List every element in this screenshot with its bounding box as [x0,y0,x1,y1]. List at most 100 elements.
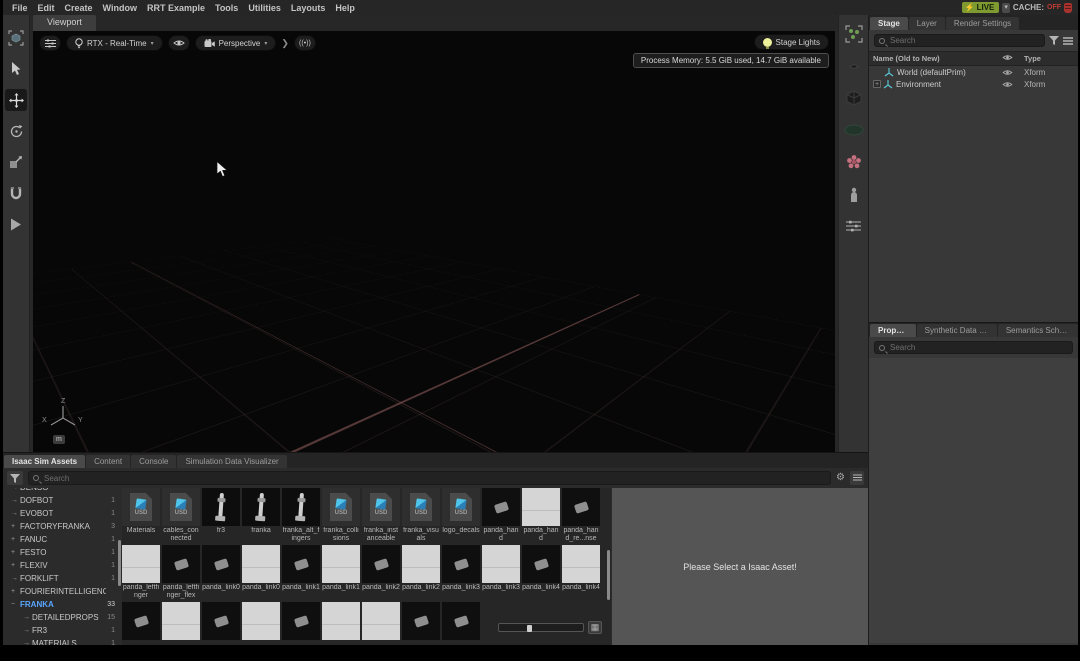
cursor-tool-button[interactable] [5,58,27,80]
filter-icon[interactable] [1049,36,1059,45]
tree-item-factoryfranka[interactable]: +FACTORYFRANKA3 [11,520,117,533]
asset-card[interactable] [122,602,160,640]
asset-card-panda-link3[interactable]: panda_link3 [482,545,520,600]
asset-card-franka-collisions[interactable]: USDfranka_collisions [322,488,360,543]
assets-filter-button[interactable] [7,471,23,485]
asset-card[interactable] [162,602,200,640]
visibility-toggle-button[interactable] [843,55,865,77]
assets-tab-simulation-data-visualizer[interactable]: Simulation Data Visualizer [177,455,286,468]
stage-search-field[interactable] [874,34,1045,47]
asset-card[interactable] [442,602,480,640]
property-tab-synthetic-data-re[interactable]: Synthetic Data Re... [917,324,997,337]
asset-card-materials[interactable]: USDMaterials [122,488,160,543]
asset-card-fr3[interactable]: fr3 [202,488,240,543]
eye-icon[interactable] [1002,81,1013,88]
asset-card-panda-link2[interactable]: panda_link2 [402,545,440,600]
assets-search-field[interactable] [28,471,831,485]
menu-window[interactable]: Window [98,3,142,13]
leaf-arrow-icon[interactable]: → [11,510,20,517]
asset-card-panda-link4[interactable]: panda_link4 [562,545,600,600]
leaf-arrow-icon[interactable]: → [23,614,32,621]
menu-help[interactable]: Help [330,3,360,13]
collapse-icon[interactable]: − [11,601,20,608]
grid-scrollbar[interactable] [607,550,610,600]
select-mode-button[interactable] [5,27,27,49]
property-tab-property[interactable]: Property [870,324,916,337]
physics-button[interactable] [843,151,865,173]
property-search-field[interactable] [874,341,1073,354]
asset-card[interactable] [282,602,320,640]
stage-lights-button[interactable]: Stage Lights [754,34,829,50]
asset-card-panda-hand-re-nse[interactable]: panda_hand_re...nse [562,488,600,543]
tree-item-franka[interactable]: −FRANKA33 [11,598,117,611]
asset-card[interactable] [362,602,400,640]
stage-tab-render-settings[interactable]: Render Settings [946,17,1019,30]
asset-card-franka-instanceable[interactable]: USDfranka_instanceable [362,488,400,543]
asset-card[interactable] [322,602,360,640]
scale-tool-button[interactable] [5,151,27,173]
asset-card-panda-link0[interactable]: panda_link0 [202,545,240,600]
eye-icon[interactable] [1002,69,1013,76]
leaf-arrow-icon[interactable]: → [11,575,20,582]
asset-card-panda-link0[interactable]: panda_link0 [242,545,280,600]
column-visibility[interactable] [1002,54,1024,63]
asset-card-logo-decals[interactable]: USDlogo_decals [442,488,480,543]
visibility-button[interactable] [168,35,190,51]
selection-set-button[interactable] [843,23,865,45]
asset-card-cables-connected[interactable]: USDcables_connected [162,488,200,543]
asset-card[interactable] [202,602,240,640]
play-button[interactable] [5,213,27,235]
waypoint-button[interactable]: ((•)) [294,35,316,51]
renderer-dropdown[interactable]: RTX - Real-Time ▾ [66,35,163,51]
assets-tab-console[interactable]: Console [131,455,176,468]
asset-card[interactable] [242,602,280,640]
tree-item-fourierintelligenc[interactable]: +FOURIERINTELLIGENC [11,585,117,598]
menu-create[interactable]: Create [60,3,98,13]
leaf-arrow-icon[interactable]: → [11,488,20,491]
options-icon[interactable] [1063,37,1073,45]
asset-card-franka[interactable]: franka [242,488,280,543]
column-name[interactable]: Name (Old to New) [873,54,1002,63]
stage-tab-stage[interactable]: Stage [870,17,908,30]
assets-tab-content[interactable]: Content [86,455,130,468]
tree-item-fanuc[interactable]: +FANUC1 [11,533,117,546]
asset-card-panda-leftfinger-flex[interactable]: panda_leftfinger_flex [162,545,200,600]
tree-item-detailedprops[interactable]: →DETAILEDPROPS15 [11,611,117,624]
property-search-input[interactable] [888,342,1068,353]
column-type[interactable]: Type [1024,54,1074,63]
tree-item-festo[interactable]: +FESTO1 [11,546,117,559]
expand-icon[interactable]: + [11,588,20,595]
rotate-tool-button[interactable] [5,120,27,142]
move-tool-button[interactable] [5,89,27,111]
stage-row-world-defaultprim[interactable]: World (defaultPrim)Xform [869,66,1078,78]
tree-item-evobot[interactable]: →EVOBOT1 [11,507,117,520]
expand-icon[interactable]: + [11,523,20,530]
menu-utilities[interactable]: Utilities [243,3,286,13]
expand-icon[interactable]: + [873,80,881,88]
stage-tab-layer[interactable]: Layer [909,17,945,30]
cache-bin-icon[interactable] [1064,3,1072,13]
character-button[interactable] [843,183,865,205]
expand-icon[interactable]: + [11,549,20,556]
property-tab-semantics-schem[interactable]: Semantics Schem... [998,324,1078,337]
asset-card-panda-link2[interactable]: panda_link2 [362,545,400,600]
mesh-display-button[interactable] [843,119,865,141]
scale-slider[interactable] [498,623,584,632]
menu-edit[interactable]: Edit [33,3,60,13]
scale-slider-handle[interactable] [527,625,532,632]
viewport-menu-button[interactable] [39,35,61,51]
snap-tool-button[interactable] [5,182,27,204]
leaf-arrow-icon[interactable]: → [23,627,32,634]
menu-file[interactable]: File [7,3,33,13]
menu-rrt-example[interactable]: RRT Example [142,3,210,13]
assets-view-toggle-button[interactable] [850,471,864,485]
tab-viewport[interactable]: Viewport [33,15,96,31]
leaf-arrow-icon[interactable]: → [11,497,20,504]
asset-card-panda-link1[interactable]: panda_link1 [282,545,320,600]
menu-layouts[interactable]: Layouts [286,3,331,13]
asset-card[interactable] [402,602,440,640]
asset-card-panda-link4[interactable]: panda_link4 [522,545,560,600]
tree-item-forklift[interactable]: →FORKLIFT1 [11,572,117,585]
stage-search-input[interactable] [888,35,1040,46]
assets-search-input[interactable] [42,473,826,484]
